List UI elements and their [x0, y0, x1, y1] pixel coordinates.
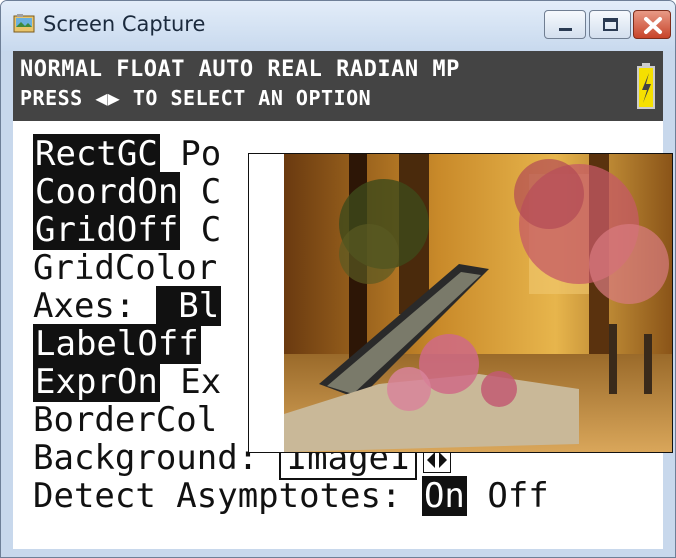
labeloff-option[interactable]: LabelOff	[33, 324, 201, 364]
minimize-icon	[559, 28, 572, 31]
close-icon	[644, 17, 662, 34]
gridoff-option[interactable]: GridOff	[33, 210, 181, 250]
mall-escalator-photo	[249, 154, 672, 452]
gridcolor-label: GridColor	[33, 248, 218, 288]
grid-other-option[interactable]: C	[180, 210, 221, 250]
status-bar: NORMAL FLOAT AUTO REAL RADIAN MP PRESS ◀…	[13, 51, 663, 121]
exproff-option[interactable]: Ex	[160, 362, 221, 402]
rectgc-option[interactable]: RectGC	[33, 134, 160, 174]
close-button[interactable]	[633, 10, 671, 39]
background-label: Background:	[33, 438, 259, 478]
polargc-option[interactable]: Po	[160, 134, 221, 174]
axes-row[interactable]: Axes: Bl	[33, 286, 222, 326]
coord-row[interactable]: CoordOn C	[33, 172, 221, 212]
window-title: Screen Capture	[43, 12, 206, 36]
screen-capture-app-icon	[13, 14, 35, 33]
bordercolor-label: BorderCol	[33, 400, 218, 440]
detect-on-option[interactable]: On	[421, 476, 467, 516]
gridcolor-row[interactable]: GridColor	[33, 249, 217, 287]
maximize-button[interactable]	[589, 10, 631, 39]
axes-label: Axes:	[33, 286, 156, 326]
screen-capture-window: Screen Capture NORMAL FLOAT AUTO REAL RA…	[0, 0, 676, 558]
instruction-text: PRESS ◀▶ TO SELECT AN OPTION	[20, 86, 372, 110]
label-row[interactable]: LabelOff	[33, 324, 201, 364]
bordercolor-row[interactable]: BorderCol	[33, 401, 217, 439]
expron-option[interactable]: ExprOn	[33, 362, 160, 402]
detect-off-option[interactable]: Off	[467, 476, 548, 516]
expr-row[interactable]: ExprOn Ex	[33, 362, 221, 402]
background-image-preview	[248, 153, 673, 453]
detect-asymptotes-row[interactable]: Detect Asymptotes: On Off	[33, 476, 549, 516]
minimize-button[interactable]	[544, 10, 586, 39]
coordinate-type-row[interactable]: RectGC Po	[33, 134, 221, 174]
coordon-option[interactable]: CoordOn	[33, 172, 181, 212]
coordoff-option[interactable]: C	[180, 172, 221, 212]
detect-asymptotes-label: Detect Asymptotes:	[33, 476, 422, 516]
grid-row[interactable]: GridOff C	[33, 210, 221, 250]
mode-status: NORMAL FLOAT AUTO REAL RADIAN MP	[20, 57, 460, 82]
title-bar[interactable]: Screen Capture	[1, 1, 675, 51]
battery-charging-icon	[637, 63, 655, 109]
maximize-icon	[603, 18, 618, 31]
axes-value[interactable]: Bl	[155, 286, 222, 326]
